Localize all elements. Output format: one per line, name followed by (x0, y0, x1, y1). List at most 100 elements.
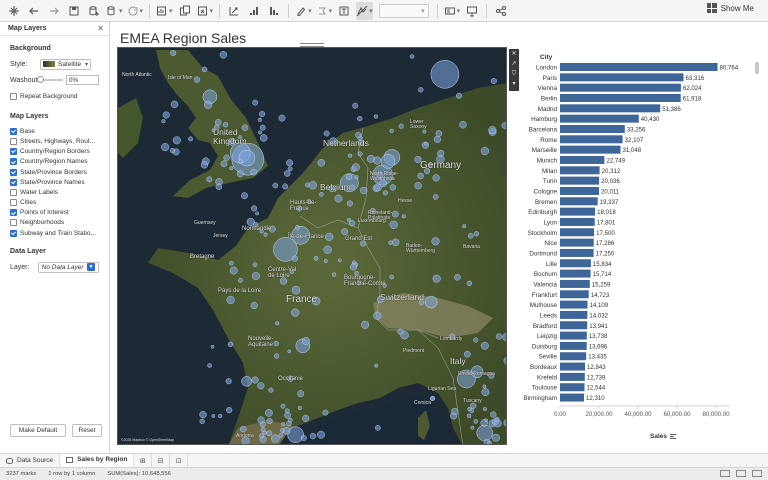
sales-bubble[interactable] (373, 311, 382, 320)
sales-bubble[interactable] (287, 417, 293, 423)
sales-bar[interactable] (560, 104, 661, 113)
sales-bubble[interactable] (259, 134, 268, 142)
sort-icon[interactable] (670, 434, 676, 439)
sales-bubble[interactable] (278, 114, 286, 122)
city-label[interactable]: Mulhouse (530, 302, 558, 309)
sheet-sorter-icon[interactable] (720, 470, 730, 477)
chart-scrollbar[interactable] (755, 62, 759, 74)
sales-bubble[interactable] (252, 262, 258, 267)
washout-slider-handle[interactable] (37, 76, 45, 83)
city-label[interactable]: Cologne (534, 188, 558, 195)
sales-bubble[interactable] (409, 54, 415, 59)
sales-bubble[interactable] (282, 427, 291, 435)
sales-bubble[interactable] (470, 425, 475, 430)
sales-bar[interactable] (560, 259, 591, 268)
duplicate-sheet-icon[interactable] (177, 2, 193, 20)
tab-sales-by-region[interactable]: Sales by Region (60, 453, 135, 468)
sales-bubble[interactable] (355, 131, 362, 138)
sales-bubble[interactable] (172, 136, 181, 145)
show-mark-labels-icon[interactable] (336, 2, 352, 20)
sales-bubble[interactable] (473, 231, 480, 237)
sales-bubble[interactable] (432, 194, 439, 200)
sales-bubble[interactable] (284, 411, 291, 419)
sales-bubble[interactable] (206, 176, 213, 183)
sales-bubble[interactable] (219, 51, 228, 59)
sales-bubble[interactable] (161, 119, 166, 124)
city-label[interactable]: Turin (543, 178, 558, 185)
sales-bubble[interactable] (352, 102, 359, 109)
sales-bubble[interactable] (297, 390, 305, 397)
sales-bubble[interactable] (308, 181, 317, 190)
layer-checkbox-row[interactable]: Country/Region Borders (10, 147, 99, 157)
sales-bar[interactable] (560, 93, 681, 102)
layer-checkbox[interactable] (10, 219, 17, 227)
sales-bar[interactable] (560, 124, 625, 133)
sales-bar[interactable] (560, 186, 599, 195)
sales-bubble[interactable] (346, 217, 351, 222)
sales-bubble[interactable] (260, 427, 266, 432)
sales-bubble[interactable] (454, 274, 461, 281)
fix-axes-icon[interactable]: ▾ (356, 1, 373, 20)
sales-bar[interactable] (560, 176, 600, 185)
style-dropdown[interactable]: Satellite ▾ (40, 58, 91, 70)
sales-bubble[interactable] (241, 376, 252, 387)
fit-dropdown[interactable]: ▾ (378, 3, 429, 18)
sales-bubble[interactable] (201, 66, 208, 73)
sales-bubble[interactable] (317, 159, 326, 167)
sales-bubble[interactable] (476, 424, 493, 442)
sales-bubble[interactable] (211, 414, 216, 418)
sales-bubble[interactable] (266, 430, 273, 437)
more-options-icon[interactable]: ▾ (512, 79, 515, 89)
sales-bubble[interactable] (280, 403, 286, 409)
sales-bar[interactable] (560, 197, 598, 206)
sales-bubble[interactable] (469, 408, 475, 414)
city-label[interactable]: Marseille (532, 147, 558, 154)
sales-bubble[interactable] (382, 190, 388, 196)
sales-bubble[interactable] (226, 407, 233, 414)
sales-bar[interactable] (560, 217, 595, 226)
reset-button[interactable]: Reset (72, 424, 102, 437)
sales-bubble[interactable] (433, 135, 441, 143)
sales-bar[interactable] (560, 352, 587, 361)
layer-checkbox-row[interactable]: State/Province Borders (10, 167, 99, 177)
new-story-tab-icon[interactable]: ⊡ (170, 453, 189, 468)
layer-checkbox-row[interactable]: Neighborhoods (10, 218, 99, 228)
layer-checkbox[interactable] (10, 168, 17, 176)
sales-bar[interactable] (560, 63, 718, 71)
sales-bubble[interactable] (473, 337, 479, 343)
sales-bubble[interactable] (323, 245, 332, 254)
city-label[interactable]: Dortmund (529, 250, 557, 257)
city-label[interactable]: Frankfurt (532, 292, 557, 299)
sales-bar[interactable] (560, 269, 591, 278)
sales-bubble[interactable] (341, 228, 349, 236)
close-icon[interactable]: ✕ (97, 24, 104, 33)
sales-bubble[interactable] (259, 433, 265, 439)
city-label[interactable]: Berlin (541, 95, 558, 102)
sales-bar[interactable] (560, 238, 594, 247)
city-label[interactable]: Paris (543, 75, 557, 82)
sales-bubble[interactable] (422, 129, 427, 134)
sales-bubble[interactable] (227, 341, 234, 348)
sales-bubble[interactable] (281, 422, 286, 427)
sales-bubble[interactable] (348, 153, 353, 158)
close-icon[interactable]: ✕ (511, 49, 516, 59)
sales-bubble[interactable] (487, 440, 492, 445)
sales-bubble[interactable] (456, 92, 463, 99)
sales-bubble[interactable] (287, 426, 304, 443)
layer-checkbox-row[interactable]: Country/Region Names (10, 157, 99, 167)
layer-checkbox-row[interactable]: Streets, Highways, Rout... (10, 136, 99, 146)
city-label[interactable]: Leipzig (537, 333, 557, 340)
sales-bubble[interactable] (295, 225, 300, 230)
sales-bubble[interactable] (300, 435, 307, 442)
sales-bubble[interactable] (397, 328, 404, 335)
sales-bubble[interactable] (278, 433, 284, 438)
sales-bar[interactable] (560, 300, 588, 309)
sales-bubble[interactable] (291, 285, 301, 295)
sales-bar[interactable] (560, 248, 594, 257)
sales-bubble[interactable] (257, 416, 265, 424)
sales-bar[interactable] (560, 383, 585, 392)
sales-bubble[interactable] (199, 418, 205, 425)
layer-checkbox[interactable] (10, 229, 17, 237)
sales-bubble[interactable] (462, 224, 467, 229)
city-label[interactable]: Bradford (533, 323, 558, 330)
